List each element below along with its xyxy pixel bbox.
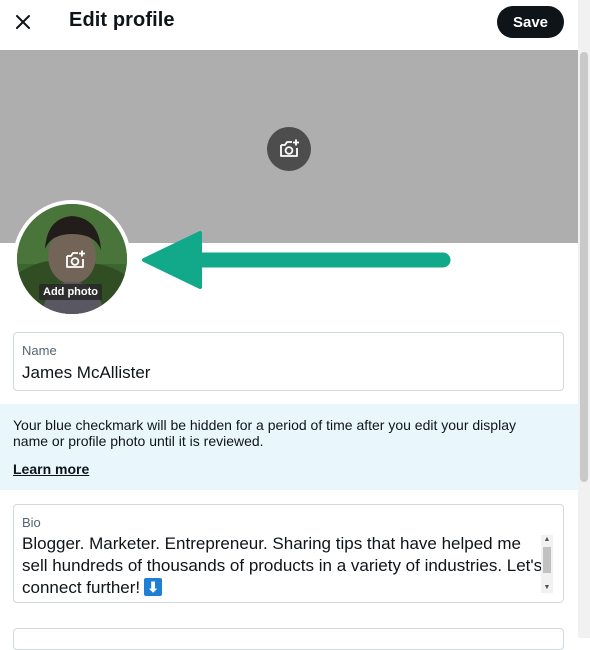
- bio-text: Blogger. Marketer. Entrepreneur. Sharing…: [22, 534, 543, 597]
- avatar-container: [13, 200, 131, 318]
- page-title: Edit profile: [69, 9, 175, 31]
- bio-textarea[interactable]: Blogger. Marketer. Entrepreneur. Sharing…: [22, 533, 544, 599]
- bio-field-label: Bio: [22, 515, 41, 530]
- location-field[interactable]: [13, 628, 564, 650]
- down-arrow-emoji-icon: ⬇: [144, 578, 163, 596]
- add-photo-camera-icon: [280, 139, 299, 157]
- add-avatar-photo-button[interactable]: [57, 242, 93, 278]
- name-input[interactable]: James McAllister: [22, 363, 150, 383]
- close-icon: [16, 15, 30, 29]
- modal-header: Edit profile Save: [0, 0, 590, 46]
- close-button[interactable]: [8, 5, 38, 39]
- save-button[interactable]: Save: [497, 6, 564, 38]
- arrow-left-icon: [142, 231, 451, 289]
- page-scrollbar-thumb[interactable]: [580, 52, 588, 482]
- verification-notice: Your blue checkmark will be hidden for a…: [0, 404, 578, 490]
- learn-more-link[interactable]: Learn more: [13, 461, 89, 477]
- add-photo-camera-icon: [66, 250, 85, 268]
- bio-scrollbar[interactable]: ▲ ▼: [541, 535, 553, 593]
- scroll-down-icon[interactable]: ▼: [541, 583, 553, 593]
- name-field-label: Name: [22, 343, 57, 358]
- verification-notice-text: Your blue checkmark will be hidden for a…: [13, 417, 516, 449]
- scroll-up-icon[interactable]: ▲: [541, 535, 553, 545]
- bio-field[interactable]: Bio Blogger. Marketer. Entrepreneur. Sha…: [13, 504, 564, 603]
- bio-scrollbar-thumb[interactable]: [543, 547, 551, 573]
- add-banner-photo-button[interactable]: [267, 127, 311, 171]
- name-field[interactable]: Name James McAllister: [13, 332, 564, 391]
- add-photo-tooltip: Add photo: [39, 284, 102, 300]
